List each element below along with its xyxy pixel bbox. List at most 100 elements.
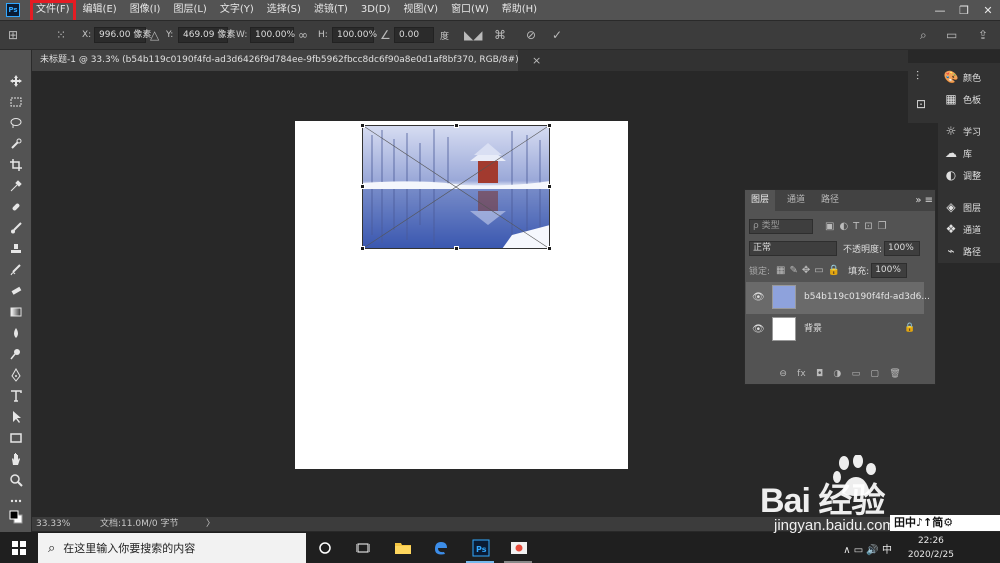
- angle-field[interactable]: 0.00: [394, 27, 434, 43]
- layer-filter-select[interactable]: ρ 类型: [749, 218, 813, 234]
- link-layers-icon[interactable]: ⊖: [779, 369, 787, 379]
- history-brush-tool-icon[interactable]: [4, 261, 28, 279]
- libraries-icon[interactable]: ⊡: [916, 97, 926, 111]
- quick-select-tool-icon[interactable]: [4, 135, 28, 153]
- warp-icon[interactable]: ⌘: [494, 21, 506, 49]
- eye-icon[interactable]: 👁: [752, 324, 765, 335]
- document-tab-close-icon[interactable]: ×: [532, 50, 541, 71]
- document-tab[interactable]: 未标题-1 @ 33.3% (b54b119c0190f4fd-ad3d6426…: [32, 50, 518, 71]
- dock-layers[interactable]: ◈ 图层: [944, 197, 981, 217]
- transform-handle-bottom-right[interactable]: [547, 246, 552, 251]
- restore-button[interactable]: ❐: [952, 0, 976, 20]
- dock-channels[interactable]: ❖ 通道: [944, 219, 981, 239]
- transform-handle-top[interactable]: [454, 123, 459, 128]
- opacity-field[interactable]: 100%: [884, 240, 921, 256]
- tab-layers[interactable]: 图层: [745, 190, 776, 211]
- ime-toolbar[interactable]: 田中♪↑简⚙: [890, 515, 1000, 531]
- blur-tool-icon[interactable]: [4, 324, 28, 342]
- eraser-tool-icon[interactable]: [4, 282, 28, 300]
- layer-filter-icons[interactable]: ▣◐T⊡❐: [825, 221, 892, 232]
- x-position-field[interactable]: 996.00 像素: [94, 27, 151, 43]
- lock-icons[interactable]: ▦✎✥▭🔒: [776, 265, 844, 276]
- commit-transform-icon[interactable]: ✓: [552, 21, 562, 49]
- minimize-button[interactable]: —: [928, 0, 952, 20]
- marquee-tool-icon[interactable]: [4, 93, 28, 111]
- tab-channels[interactable]: 通道: [781, 190, 811, 211]
- menu-type[interactable]: 文字(Y): [214, 0, 261, 20]
- height-field[interactable]: 100.00%: [332, 27, 377, 43]
- zoom-level[interactable]: 33.33%: [36, 517, 70, 531]
- panel-menu-icon[interactable]: » ≡: [915, 190, 933, 211]
- healing-brush-tool-icon[interactable]: [4, 198, 28, 216]
- gradient-tool-icon[interactable]: [4, 303, 28, 321]
- crop-tool-icon[interactable]: [4, 156, 28, 174]
- group-icon[interactable]: ▭: [852, 369, 861, 379]
- lock-icon[interactable]: 🔒: [904, 323, 915, 333]
- dock-learn[interactable]: ☼ 学习: [944, 121, 981, 141]
- path-selection-tool-icon[interactable]: [4, 408, 28, 426]
- search-icon[interactable]: ⌕: [920, 21, 927, 49]
- dodge-tool-icon[interactable]: [4, 345, 28, 363]
- menu-select[interactable]: 选择(S): [261, 0, 308, 20]
- edge-browser-icon[interactable]: [430, 537, 452, 559]
- menu-help[interactable]: 帮助(H): [496, 0, 544, 20]
- file-explorer-icon[interactable]: [392, 537, 414, 559]
- pen-tool-icon[interactable]: [4, 366, 28, 384]
- transform-handle-top-right[interactable]: [547, 123, 552, 128]
- tab-paths[interactable]: 路径: [815, 190, 845, 211]
- menu-layer[interactable]: 图层(L): [167, 0, 213, 20]
- brush-tool-icon[interactable]: [4, 219, 28, 237]
- move-tool-icon[interactable]: [4, 72, 28, 90]
- width-field[interactable]: 100.00%: [250, 27, 295, 43]
- trash-icon[interactable]: 🗑: [889, 369, 900, 379]
- eye-icon[interactable]: 👁: [752, 292, 765, 303]
- free-transform-bounding-box[interactable]: [360, 123, 552, 251]
- fill-field[interactable]: 100%: [871, 262, 908, 278]
- cancel-transform-icon[interactable]: ⊘: [526, 21, 536, 49]
- share-icon[interactable]: ⇪: [978, 21, 988, 49]
- new-layer-icon[interactable]: ▢: [870, 369, 879, 379]
- delta-icon[interactable]: △: [150, 21, 159, 49]
- dock-libraries[interactable]: ☁ 库: [944, 143, 972, 163]
- status-menu-arrow-icon[interactable]: 〉: [206, 517, 215, 531]
- menu-window[interactable]: 窗口(W): [445, 0, 496, 20]
- fx-icon[interactable]: fx: [797, 369, 806, 379]
- link-icon[interactable]: ∞: [298, 21, 308, 49]
- rectangle-tool-icon[interactable]: [4, 429, 28, 447]
- menu-view[interactable]: 视图(V): [397, 0, 445, 20]
- mask-icon[interactable]: ◘: [816, 369, 823, 379]
- eyedropper-tool-icon[interactable]: [4, 177, 28, 195]
- reference-point-icon[interactable]: ⁙: [56, 21, 66, 49]
- dock-paths[interactable]: ⌁ 路径: [944, 241, 981, 261]
- properties-icon[interactable]: ⫶: [916, 69, 919, 84]
- windows-start-icon[interactable]: [0, 532, 38, 563]
- lasso-tool-icon[interactable]: [4, 114, 28, 132]
- workspace-icon[interactable]: ▭: [946, 21, 957, 49]
- menu-filter[interactable]: 滤镜(T): [308, 0, 355, 20]
- layer-row-placed[interactable]: 👁 b54b119c0190f4fd-ad3d6...: [746, 282, 930, 314]
- dock-swatches[interactable]: ▦ 色板: [944, 89, 981, 109]
- photo-app-icon[interactable]: [508, 537, 530, 559]
- layer-name[interactable]: 背景: [804, 314, 822, 344]
- menu-3d[interactable]: 3D(D): [355, 0, 398, 20]
- taskbar-search-box[interactable]: ⌕ 在这里输入你要搜索的内容: [38, 533, 306, 563]
- color-swatch-icon[interactable]: [4, 508, 28, 526]
- hand-tool-icon[interactable]: [4, 450, 28, 468]
- menu-image[interactable]: 图像(I): [124, 0, 168, 20]
- transform-handle-bottom[interactable]: [454, 246, 459, 251]
- cortana-icon[interactable]: [314, 537, 336, 559]
- adjustment-layer-icon[interactable]: ◑: [833, 369, 841, 379]
- layer-row-background[interactable]: 👁 背景 🔒: [746, 314, 924, 346]
- layer-name[interactable]: b54b119c0190f4fd-ad3d6...: [804, 282, 930, 312]
- photoshop-taskbar-icon[interactable]: Ps: [470, 537, 492, 559]
- close-button[interactable]: ✕: [976, 0, 1000, 20]
- blend-mode-select[interactable]: 正常: [749, 240, 837, 256]
- transform-handle-left[interactable]: [360, 184, 365, 189]
- transform-handle-top-left[interactable]: [360, 123, 365, 128]
- zoom-tool-icon[interactable]: [4, 471, 28, 489]
- type-tool-icon[interactable]: [4, 387, 28, 405]
- y-position-field[interactable]: 469.09 像素: [178, 27, 235, 43]
- skew-icon[interactable]: ◣◢: [464, 21, 482, 49]
- task-view-icon[interactable]: [352, 537, 374, 559]
- transform-handle-right[interactable]: [547, 184, 552, 189]
